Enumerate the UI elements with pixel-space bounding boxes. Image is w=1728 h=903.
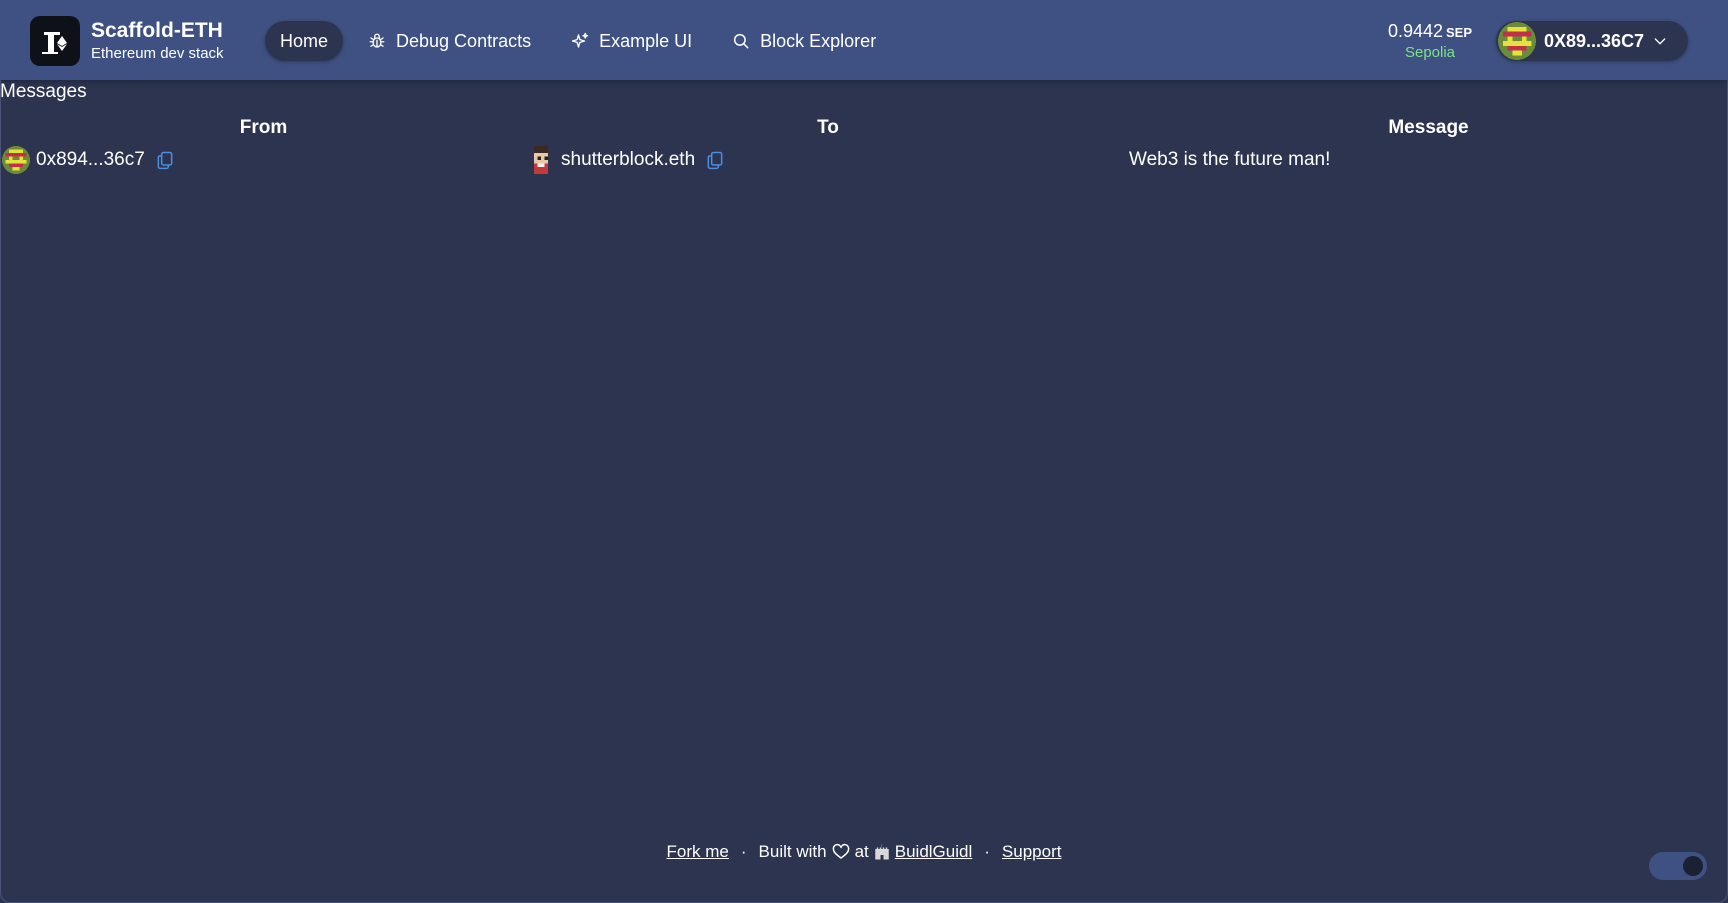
from-avatar — [2, 146, 30, 174]
nav-home-label: Home — [280, 30, 329, 51]
table-row: 0x894...36c7 shutterblock.eth Web3 is th… — [0, 144, 1728, 176]
copy-icon[interactable] — [705, 150, 725, 170]
nav-home[interactable]: Home — [265, 21, 344, 61]
buidlguidl-link[interactable]: BuidlGuidl — [895, 842, 973, 862]
header-to: To — [817, 117, 839, 138]
copy-icon[interactable] — [155, 150, 175, 170]
castle-icon — [875, 843, 889, 860]
heart-icon — [832, 843, 849, 859]
from-address[interactable]: 0x894...36c7 — [36, 149, 145, 171]
chevron-down-icon — [1654, 38, 1666, 45]
nav-block-explorer[interactable]: Block Explorer — [717, 21, 891, 61]
footer-separator: · — [740, 842, 747, 861]
account-address: 0X89...36C7 — [1544, 30, 1645, 51]
brand-title: Scaffold-ETH — [91, 18, 223, 42]
sparkles-icon — [571, 32, 589, 48]
nav-explorer-label: Block Explorer — [760, 30, 877, 51]
wallet-balance[interactable]: 0.9442 SEP Sepolia — [1380, 20, 1480, 62]
footer-separator: · — [984, 842, 990, 861]
to-avatar — [527, 146, 555, 174]
table-header-row: From To Message — [0, 112, 1728, 144]
messages-table: From To Message 0x894...36c7 shutterbloc… — [0, 112, 1728, 176]
nav-example-label: Example UI — [599, 30, 693, 51]
toggle-knob — [1683, 856, 1703, 876]
built-with-text: Built with — [758, 842, 827, 861]
account-button[interactable]: 0X89...36C7 — [1496, 21, 1688, 61]
from-cell: 0x894...36c7 — [0, 144, 527, 176]
footer: Fork me · Built with at BuidlGuidl · Sup… — [0, 842, 1728, 862]
nav-debug-label: Debug Contracts — [396, 30, 532, 51]
at-text: at — [854, 842, 869, 861]
to-cell: shutterblock.eth — [527, 144, 1129, 176]
page-title: Messages — [0, 81, 87, 102]
theme-toggle[interactable] — [1649, 852, 1707, 880]
search-icon — [734, 33, 749, 49]
top-navbar: Scaffold-ETH Ethereum dev stack Home Deb… — [0, 0, 1728, 80]
message-cell: Web3 is the future man! — [1129, 149, 1331, 170]
header-from: From — [239, 117, 288, 138]
nav-debug-contracts[interactable]: Debug Contracts — [353, 21, 546, 61]
brand-subtitle: Ethereum dev stack — [91, 44, 224, 62]
account-avatar — [1498, 22, 1536, 60]
support-link[interactable]: Support — [1002, 842, 1062, 862]
fork-me-link[interactable]: Fork me — [667, 842, 729, 862]
network-name: Sepolia — [1404, 44, 1456, 61]
bug-icon — [369, 33, 385, 48]
scaffold-logo-icon — [30, 16, 80, 66]
to-address[interactable]: shutterblock.eth — [561, 149, 695, 171]
header-message: Message — [1388, 117, 1469, 138]
nav-example-ui[interactable]: Example UI — [556, 21, 707, 61]
main-nav: Home Debug Contracts Example UI Block Ex… — [265, 21, 901, 61]
brand[interactable]: Scaffold-ETH Ethereum dev stack — [30, 16, 224, 66]
balance-amount: 0.9442 — [1387, 21, 1444, 41]
balance-unit: SEP — [1446, 25, 1473, 40]
